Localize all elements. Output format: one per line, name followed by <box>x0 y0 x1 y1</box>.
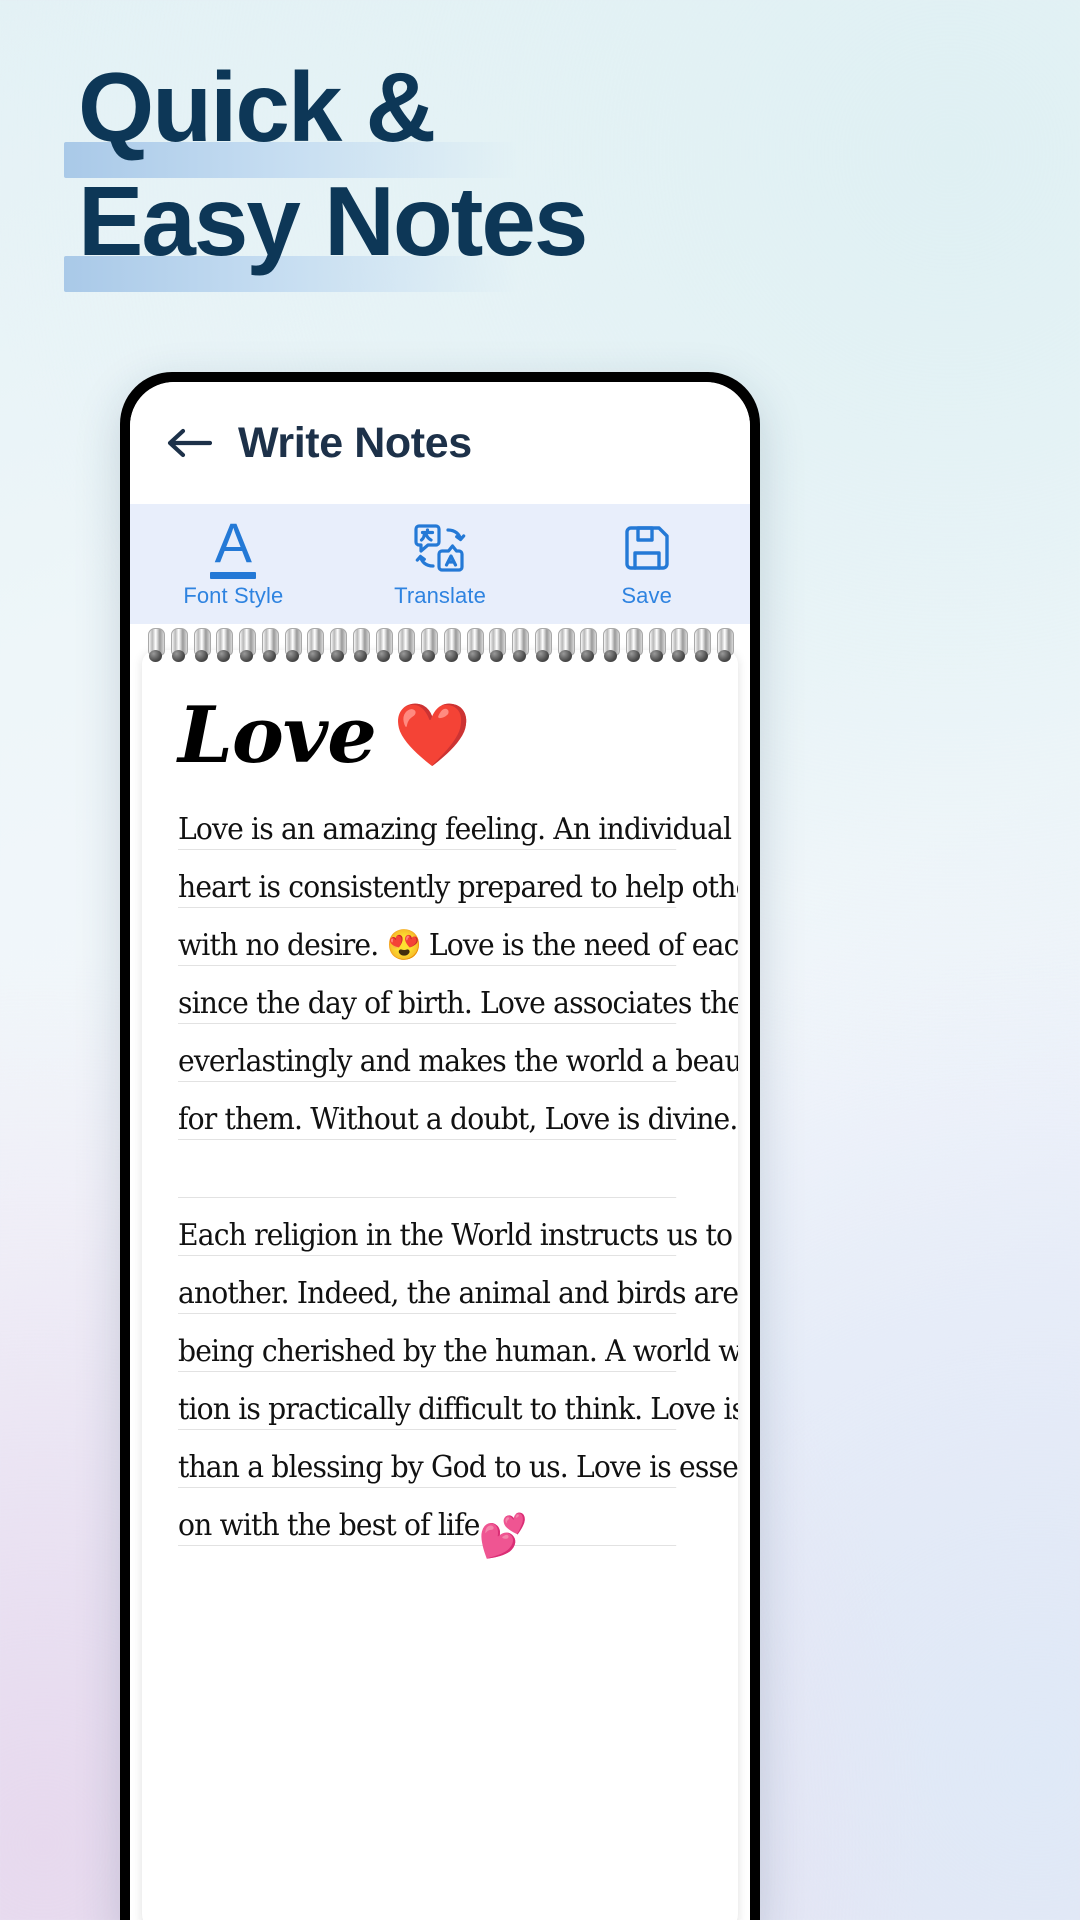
notepad-area: Love ❤️ Love is an amazing feeling. An i… <box>130 624 750 1920</box>
toolbar-label-save: Save <box>621 583 672 608</box>
toolbar-label-font-style: Font Style <box>183 583 284 608</box>
phone-mockup: Write Notes A Font Style Translate Save … <box>120 372 760 1920</box>
note-title-row: Love ❤️ <box>172 680 708 792</box>
note-line: for them. Without a doubt, Love is divin… <box>178 1082 738 1140</box>
note-line: tion is practically difficult to think. … <box>178 1372 738 1430</box>
note-line-text: on with the best of life. <box>178 1508 489 1543</box>
back-arrow-icon[interactable] <box>166 420 212 466</box>
note-line: since the day of birth. Love associates … <box>178 966 738 1024</box>
note-line: with no desire. 😍 Love is the need of ea… <box>178 908 738 966</box>
note-line: Each religion in the World instructs us … <box>178 1198 738 1256</box>
app-bar: Write Notes <box>130 382 750 504</box>
page-title: Write Notes <box>238 418 472 467</box>
note-line: everlastingly and makes the world a beau… <box>178 1024 738 1082</box>
note-paper[interactable]: Love ❤️ Love is an amazing feeling. An i… <box>142 650 738 1920</box>
note-line: being cherished by the human. A world wi… <box>178 1314 738 1372</box>
floppy-disk-save-icon <box>621 519 673 577</box>
note-line: another. Indeed, the animal and birds ar… <box>178 1256 738 1314</box>
note-line: on with the best of life. 💕 <box>178 1488 677 1557</box>
headline-line-1-text: Quick & <box>78 52 436 162</box>
headline-line-1: Quick & <box>64 57 938 178</box>
translate-icon <box>412 519 468 577</box>
phone-screen: Write Notes A Font Style Translate Save … <box>130 382 750 1920</box>
note-body: Love is an amazing feeling. An individua… <box>172 792 738 1557</box>
headline-line-2: Easy Notes <box>64 171 938 292</box>
toolbar-item-translate[interactable]: Translate <box>337 504 544 624</box>
heart-emoji: ❤️ <box>393 701 472 770</box>
note-line: heart is consistently prepared to help o… <box>178 850 738 908</box>
toolbar-label-translate: Translate <box>394 583 486 608</box>
note-line: Love is an amazing feeling. An individua… <box>178 792 738 850</box>
font-style-icon: A <box>210 515 257 580</box>
toolbar-item-font-style[interactable]: A Font Style <box>130 504 337 624</box>
editor-toolbar: A Font Style Translate Save <box>130 504 750 624</box>
note-line: than a blessing by God to us. Love is es… <box>178 1430 738 1488</box>
headline-line-2-text: Easy Notes <box>78 165 588 276</box>
toolbar-item-save[interactable]: Save <box>543 504 750 624</box>
promo-headline: Quick & Easy Notes <box>64 57 938 292</box>
note-title: Love <box>178 690 377 781</box>
note-line-blank <box>178 1140 677 1198</box>
spiral-binding <box>142 628 738 664</box>
